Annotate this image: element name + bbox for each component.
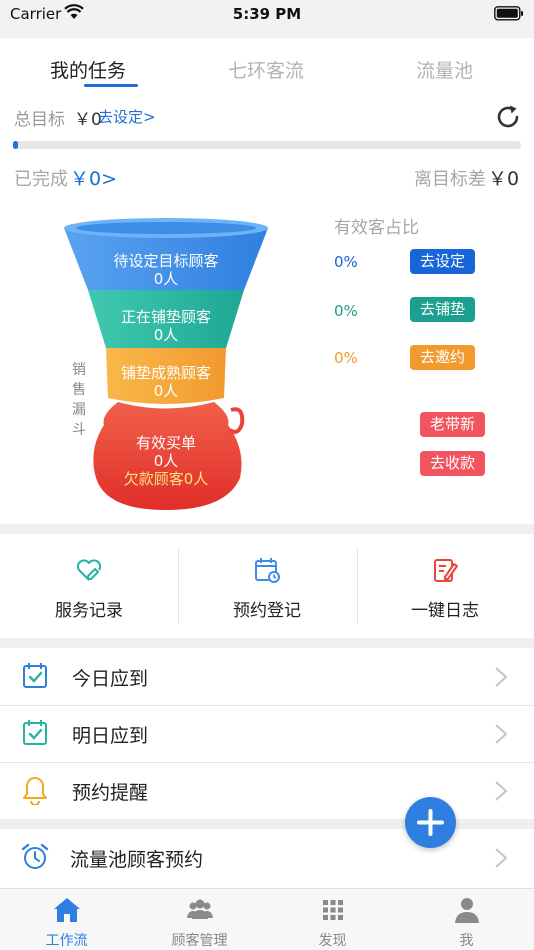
appointment-reminder-label: 预约提醒 — [72, 782, 149, 804]
go-invite-button[interactable]: 去邀约 — [410, 345, 475, 370]
plus-icon — [417, 809, 444, 836]
remaining-amount: ￥0 — [488, 168, 520, 190]
go-set-button[interactable]: 去设定 — [410, 249, 475, 274]
tab-customer-management-label: 顾客管理 — [171, 933, 228, 949]
remaining-label: 离目标差 — [414, 169, 486, 190]
total-goal-label: 总目标 — [14, 110, 65, 130]
tab-customer-management[interactable]: 顾客管理 — [133, 889, 266, 950]
ratio-level-2: 0% — [334, 302, 358, 320]
person-icon — [455, 898, 479, 923]
alarm-clock-icon — [21, 843, 49, 869]
calendar-clock-icon — [255, 558, 280, 583]
daily-log-button[interactable]: 一键日志 — [356, 534, 534, 638]
appointment-register-label: 预约登记 — [233, 601, 301, 621]
battery-icon — [494, 6, 523, 21]
goal-progress-fill — [13, 141, 18, 149]
chevron-right-icon — [495, 724, 508, 744]
funnel-level-3-title[interactable]: 铺垫成熟顾客 — [56, 364, 276, 382]
tab-me-label: 我 — [459, 933, 474, 949]
funnel-level-3-count: 0人 — [153, 382, 179, 400]
arrival-list: 今日应到 明日应到 预约提醒 — [0, 648, 534, 819]
funnel-level-1-count: 0人 — [153, 270, 179, 288]
clock: 5:39 PM — [232, 5, 302, 23]
funnel-side-char: 斗 — [72, 422, 86, 438]
tab-me[interactable]: 我 — [400, 889, 533, 950]
appointment-register-button[interactable]: 预约登记 — [178, 534, 356, 638]
tab-traffic-pool[interactable]: 流量池 — [416, 56, 473, 83]
goal-progress-bar — [13, 141, 521, 149]
funnel-level-4-count: 0人 — [153, 452, 179, 470]
service-record-button[interactable]: 服务记录 — [0, 534, 178, 638]
list-item-tomorrow-arrivals[interactable]: 明日应到 — [0, 705, 534, 762]
completed-amount-link[interactable]: ￥0> — [70, 164, 117, 191]
note-edit-icon — [434, 559, 458, 582]
heart-edit-icon — [76, 559, 102, 581]
funnel-level-1-title[interactable]: 待设定目标顾客 — [56, 252, 276, 270]
completed-label: 已完成 — [14, 169, 68, 190]
status-bar: Carrier 5:39 PM — [0, 0, 534, 38]
home-icon — [54, 898, 80, 922]
service-record-label: 服务记录 — [55, 601, 123, 621]
chevron-right-icon — [495, 781, 508, 801]
grid-icon — [323, 900, 343, 920]
ratio-level-3: 0% — [334, 349, 358, 367]
effective-customer-ratio-title: 有效客占比 — [334, 218, 419, 238]
tab-discover-label: 发现 — [318, 933, 347, 949]
tab-qihuan-traffic[interactable]: 七环客流 — [228, 56, 304, 83]
sales-funnel: 待设定目标顾客 0人 正在铺垫顾客 0人 铺垫成熟顾客 0人 有效买单 0人 欠… — [56, 210, 276, 510]
funnel-side-char: 销 — [72, 362, 86, 378]
funnel-side-char: 漏 — [72, 402, 86, 418]
bottom-tab-bar: 工作流 顾客管理 发现 我 — [0, 888, 534, 950]
chevron-right-icon — [495, 848, 508, 868]
group-icon — [187, 899, 213, 919]
quick-actions-card: 服务记录 预约登记 一键日志 — [0, 534, 534, 638]
task-overview-card: 我的任务 七环客流 流量池 总目标 ￥0 去设定> 已完成 ￥0> 离目标差 ￥… — [0, 38, 534, 524]
tab-discover[interactable]: 发现 — [266, 889, 399, 950]
tab-my-tasks[interactable]: 我的任务 — [50, 56, 126, 83]
funnel-level-4-debt[interactable]: 欠款顾客0人 — [56, 470, 276, 488]
funnel-side-label: 销 售 漏 斗 — [72, 360, 88, 440]
today-arrivals-label: 今日应到 — [72, 668, 149, 690]
chevron-right-icon — [495, 667, 508, 687]
funnel-level-2-count: 0人 — [153, 326, 179, 344]
funnel-level-4-title[interactable]: 有效买单 — [56, 434, 276, 452]
daily-log-label: 一键日志 — [411, 601, 479, 621]
ratio-level-1: 0% — [334, 253, 358, 271]
add-button[interactable] — [405, 797, 456, 848]
funnel-level-2-title[interactable]: 正在铺垫顾客 — [56, 308, 276, 326]
tab-workflow[interactable]: 工作流 — [0, 889, 133, 950]
active-tab-indicator — [84, 84, 138, 87]
set-goal-link[interactable]: 去设定> — [98, 106, 156, 127]
refresh-icon[interactable] — [494, 103, 522, 131]
referral-button[interactable]: 老带新 — [420, 412, 485, 437]
list-item-today-arrivals[interactable]: 今日应到 — [0, 648, 534, 705]
funnel-side-char: 售 — [72, 382, 86, 398]
calendar-check-icon — [23, 720, 47, 745]
calendar-check-icon — [23, 663, 47, 688]
go-prepare-button[interactable]: 去铺垫 — [410, 297, 475, 322]
collect-payment-button[interactable]: 去收款 — [420, 451, 485, 476]
bell-icon — [23, 777, 47, 805]
traffic-pool-appointment-label: 流量池顾客预约 — [70, 849, 204, 871]
tab-workflow-label: 工作流 — [45, 933, 88, 949]
tomorrow-arrivals-label: 明日应到 — [72, 725, 149, 747]
